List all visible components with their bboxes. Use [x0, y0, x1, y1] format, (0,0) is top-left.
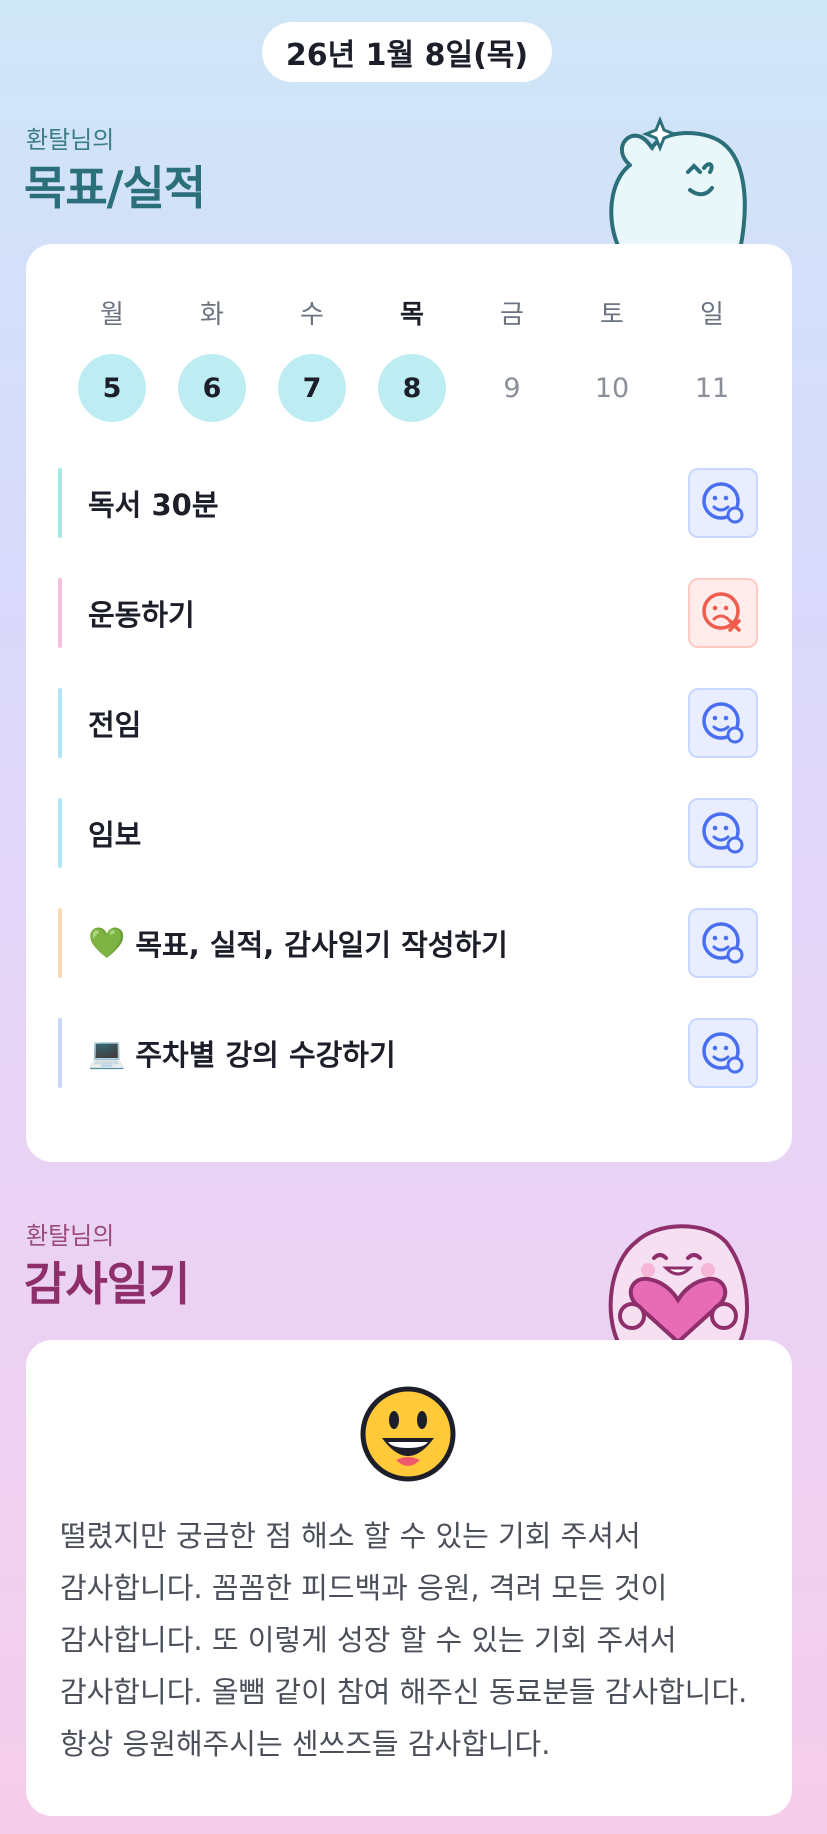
- goal-label: 임보: [88, 818, 142, 852]
- weekday-row: 월 화 수 목 금 토 일: [62, 294, 762, 331]
- smile-face-icon: [702, 1032, 744, 1074]
- goal-label: 💚 목표, 실적, 감사일기 작성하기: [88, 925, 508, 963]
- date-7[interactable]: 7: [278, 354, 346, 422]
- goal-color-bar: [58, 688, 62, 758]
- date-6[interactable]: 6: [178, 354, 246, 422]
- missed-status-button[interactable]: [688, 578, 758, 648]
- current-date: 26년 1월 8일(목): [285, 38, 529, 73]
- smile-face-icon: [702, 922, 744, 964]
- grinning-face-icon: [360, 1386, 456, 1482]
- weekday-sun: 일: [700, 300, 724, 330]
- smile-face-icon: [702, 702, 744, 744]
- date-pill[interactable]: 26년 1월 8일(목): [262, 22, 552, 82]
- date-9[interactable]: 9: [478, 354, 546, 422]
- date-10[interactable]: 10: [578, 354, 646, 422]
- weekday-thu: 목: [400, 300, 424, 330]
- green-heart-icon: 💚: [88, 925, 126, 961]
- date-8[interactable]: 8: [378, 354, 446, 422]
- goal-item[interactable]: 💚 목표, 실적, 감사일기 작성하기: [58, 908, 758, 978]
- goal-item[interactable]: 운동하기: [58, 578, 758, 648]
- goal-label: 💻 주차별 강의 수강하기: [88, 1035, 396, 1073]
- weekday-wed: 수: [300, 300, 324, 330]
- goal-item[interactable]: 전임: [58, 688, 758, 758]
- weekday-fri: 금: [500, 300, 524, 330]
- goal-label: 운동하기: [88, 598, 195, 632]
- goal-color-bar: [58, 578, 62, 648]
- goal-item[interactable]: 독서 30분: [58, 468, 758, 538]
- weekday-tue: 화: [200, 300, 224, 330]
- smile-face-icon: [702, 812, 744, 854]
- weekday-sat: 토: [600, 300, 624, 330]
- date-11[interactable]: 11: [678, 354, 746, 422]
- achieved-status-button[interactable]: [688, 688, 758, 758]
- mascot-cheer-icon: [609, 115, 747, 250]
- sad-face-icon: [702, 592, 741, 632]
- goal-item[interactable]: 💻 주차별 강의 수강하기: [58, 1018, 758, 1088]
- mascot-heart-icon: [608, 1224, 750, 1342]
- thanks-text: 떨렸지만 궁금한 점 해소 할 수 있는 기회 주셔서 감사합니다. 꼼꼼한 피…: [60, 1519, 757, 1761]
- goals-card: 월 화 수 목 금 토 일 5 6 7 8 9 10 11 독서 30분 운동하…: [26, 244, 792, 1162]
- laptop-icon: 💻: [88, 1035, 126, 1071]
- smile-face-icon: [702, 482, 744, 524]
- thanks-subtitle: 환탈님의: [26, 1222, 115, 1250]
- goal-color-bar: [58, 798, 62, 868]
- goal-color-bar: [58, 908, 62, 978]
- date-row: 5 6 7 8 9 10 11: [62, 354, 762, 422]
- achieved-status-button[interactable]: [688, 798, 758, 868]
- goals-subtitle: 환탈님의: [26, 126, 115, 154]
- goal-label: 독서 30분: [88, 488, 219, 522]
- achieved-status-button[interactable]: [688, 908, 758, 978]
- goal-item[interactable]: 임보: [58, 798, 758, 868]
- goal-color-bar: [58, 1018, 62, 1088]
- goal-color-bar: [58, 468, 62, 538]
- goal-label: 전임: [88, 708, 142, 742]
- achieved-status-button[interactable]: [688, 468, 758, 538]
- goals-title: 목표/실적: [24, 161, 206, 215]
- thanks-card: 떨렸지만 궁금한 점 해소 할 수 있는 기회 주셔서 감사합니다. 꼼꼼한 피…: [26, 1340, 792, 1816]
- achieved-status-button[interactable]: [688, 1018, 758, 1088]
- weekday-mon: 월: [100, 300, 124, 330]
- thanks-title: 감사일기: [24, 1257, 190, 1311]
- date-5[interactable]: 5: [78, 354, 146, 422]
